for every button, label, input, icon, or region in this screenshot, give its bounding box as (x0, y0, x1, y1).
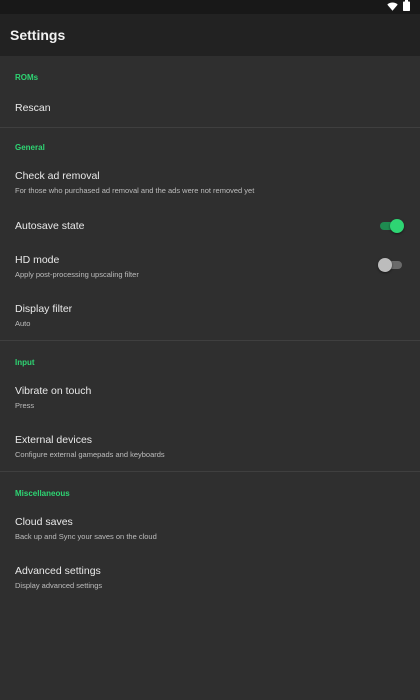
toggle-thumb (378, 258, 392, 272)
autosave-toggle[interactable] (378, 219, 404, 233)
pref-vibrate-on-touch[interactable]: Vibrate on touch Press (0, 376, 420, 420)
pref-summary: Back up and Sync your saves on the cloud (15, 532, 157, 541)
pref-title: Check ad removal (15, 170, 100, 182)
pref-hd-mode[interactable]: HD mode Apply post-processing upscaling … (0, 246, 420, 290)
pref-title: Advanced settings (15, 565, 101, 577)
pref-title: HD mode (15, 254, 60, 266)
settings-list[interactable]: ROMs Rescan General Check ad removal For… (0, 56, 420, 700)
pref-rescan[interactable]: Rescan (0, 92, 420, 122)
pref-title: Vibrate on touch (15, 385, 92, 397)
pref-summary: Configure external gamepads and keyboard… (15, 450, 165, 459)
pref-external-devices[interactable]: External devices Configure external game… (0, 424, 420, 468)
pref-summary: Auto (15, 319, 31, 328)
section-header-roms: ROMs (15, 73, 39, 82)
pref-check-ad-removal[interactable]: Check ad removal For those who purchased… (0, 162, 420, 206)
divider (0, 340, 420, 341)
pref-advanced-settings[interactable]: Advanced settings Display advanced setti… (0, 555, 420, 599)
pref-display-filter[interactable]: Display filter Auto (0, 294, 420, 338)
pref-cloud-saves[interactable]: Cloud saves Back up and Sync your saves … (0, 506, 420, 550)
section-header-miscellaneous: Miscellaneous (15, 489, 70, 498)
pref-title: Rescan (15, 102, 51, 114)
toggle-thumb (390, 219, 404, 233)
section-header-general: General (15, 143, 45, 152)
hd-mode-toggle[interactable] (378, 258, 404, 272)
page-title: Settings (10, 27, 66, 43)
divider (0, 127, 420, 128)
pref-summary: Display advanced settings (15, 581, 103, 590)
app-bar: Settings (0, 14, 420, 56)
pref-summary: Press (15, 401, 35, 410)
pref-summary: For those who purchased ad removal and t… (15, 186, 255, 195)
pref-title: Cloud saves (15, 516, 73, 528)
pref-title: Display filter (15, 303, 73, 315)
pref-title: External devices (15, 434, 93, 446)
pref-title: Autosave state (15, 220, 85, 232)
section-header-input: Input (15, 358, 35, 367)
status-bar (0, 0, 420, 14)
pref-autosave-state[interactable]: Autosave state (0, 210, 420, 242)
pref-summary: Apply post-processing upscaling filter (15, 270, 139, 279)
divider (0, 471, 420, 472)
